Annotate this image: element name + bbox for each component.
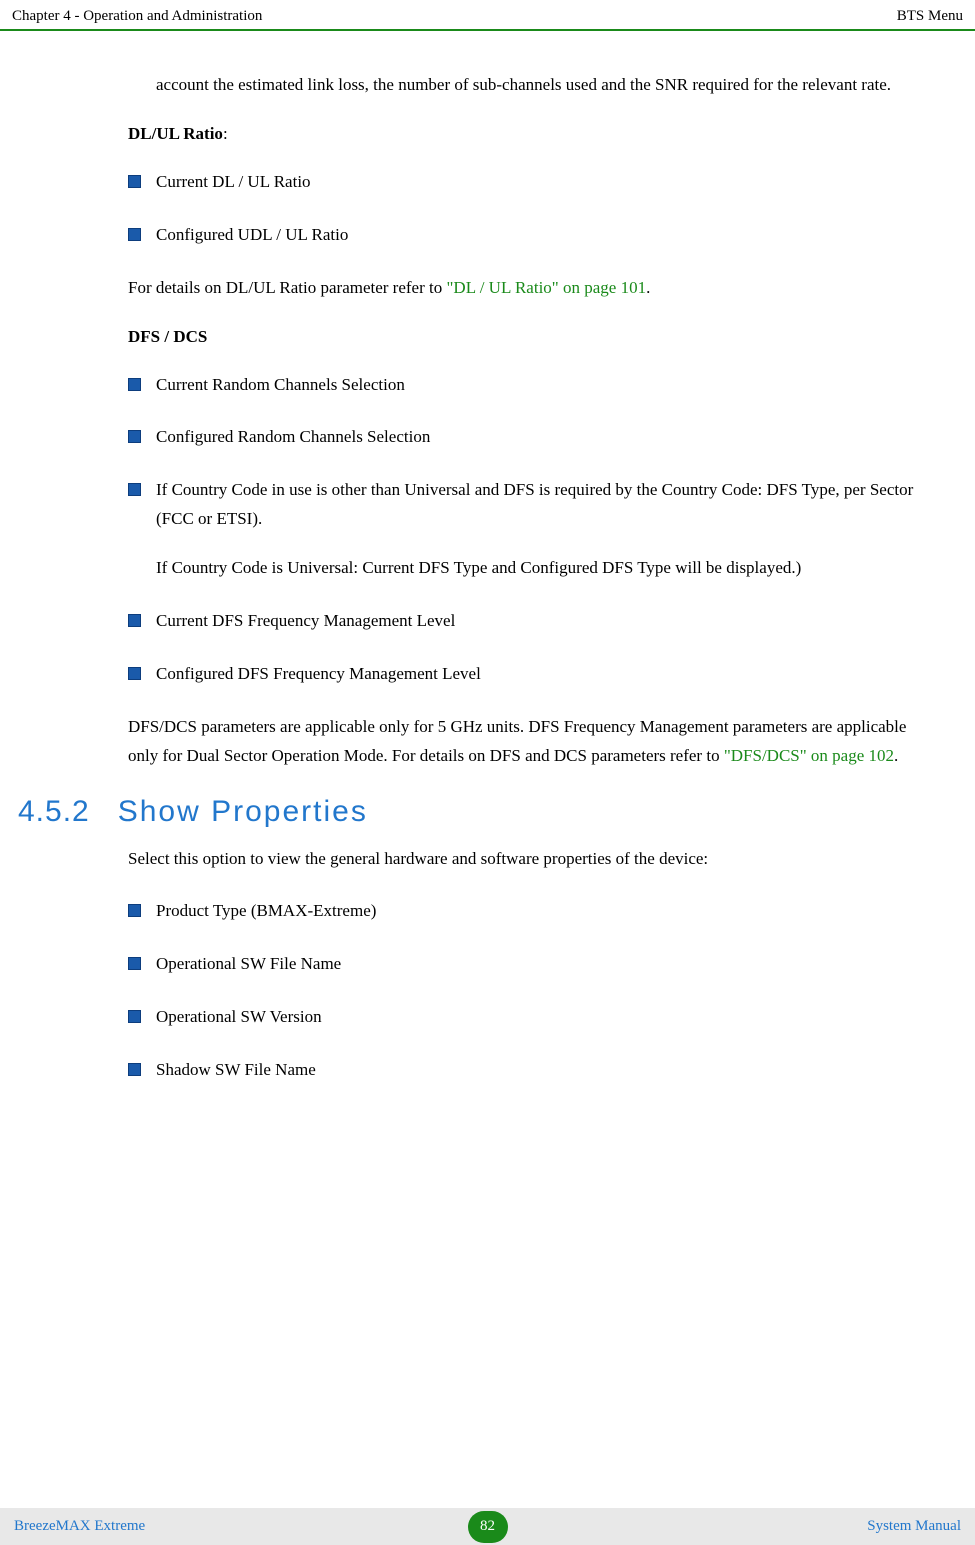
list-item: Current DFS Frequency Management Level	[128, 607, 935, 636]
list-item: Configured Random Channels Selection	[128, 423, 935, 452]
footer-manual: System Manual	[867, 1518, 961, 1535]
section-heading: 4.5.2 Show Properties	[18, 795, 935, 829]
list-item-subtext: If Country Code is Universal: Current DF…	[156, 554, 935, 583]
list-item: Shadow SW File Name	[128, 1056, 935, 1085]
page-number-badge: 82	[468, 1511, 508, 1543]
dlul-list: Current DL / UL Ratio Configured UDL / U…	[128, 168, 935, 250]
dfs-link[interactable]: "DFS/DCS" on page 102	[724, 746, 894, 765]
list-item: Current DL / UL Ratio	[128, 168, 935, 197]
section-title: Show Properties	[118, 795, 368, 829]
section-number: 4.5.2	[18, 795, 90, 829]
footer-product: BreezeMAX Extreme	[14, 1518, 145, 1535]
list-item: Operational SW File Name	[128, 950, 935, 979]
dlul-label: DL/UL Ratio:	[128, 124, 935, 144]
list-item: Operational SW Version	[128, 1003, 935, 1032]
page-header: Chapter 4 - Operation and Administration…	[0, 0, 975, 31]
intro-continuation: account the estimated link loss, the num…	[128, 71, 935, 100]
dlul-link[interactable]: "DL / UL Ratio" on page 101	[446, 278, 646, 297]
properties-list: Product Type (BMAX-Extreme) Operational …	[128, 897, 935, 1085]
header-menu: BTS Menu	[897, 8, 963, 25]
dfs-list: Current Random Channels Selection Config…	[128, 371, 935, 689]
page-footer: BreezeMAX Extreme 82 System Manual	[0, 1508, 975, 1545]
list-item: Current Random Channels Selection	[128, 371, 935, 400]
list-item: Configured UDL / UL Ratio	[128, 221, 935, 250]
header-chapter: Chapter 4 - Operation and Administration	[12, 8, 262, 25]
list-item: If Country Code in use is other than Uni…	[128, 476, 935, 583]
content-area: account the estimated link loss, the num…	[0, 71, 975, 1085]
dfs-detail: DFS/DCS parameters are applicable only f…	[128, 713, 935, 771]
list-item: Configured DFS Frequency Management Leve…	[128, 660, 935, 689]
dfs-label: DFS / DCS	[128, 327, 935, 347]
section-intro: Select this option to view the general h…	[128, 845, 935, 874]
dlul-detail: For details on DL/UL Ratio parameter ref…	[128, 274, 935, 303]
list-item: Product Type (BMAX-Extreme)	[128, 897, 935, 926]
